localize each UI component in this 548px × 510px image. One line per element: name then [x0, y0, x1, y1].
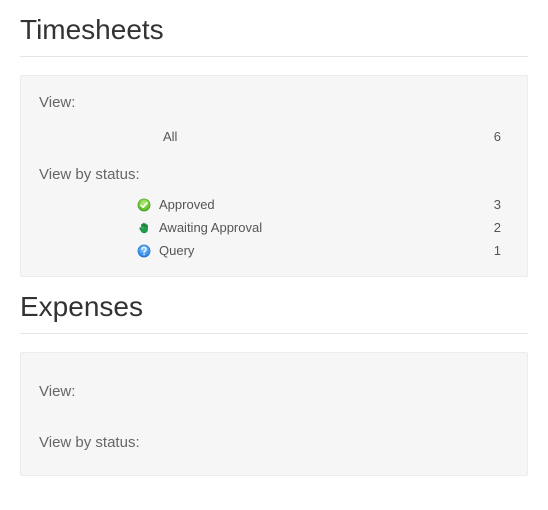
filter-row-all[interactable]: All 6: [39, 121, 509, 162]
filter-count: 6: [469, 129, 509, 144]
filter-label: Approved: [159, 197, 469, 212]
filter-row-query[interactable]: Query 1: [39, 239, 509, 262]
view-label: View:: [39, 94, 509, 111]
filter-label: Awaiting Approval: [159, 220, 469, 235]
hand-icon: [39, 221, 159, 235]
timesheets-title: Timesheets: [20, 14, 528, 46]
timesheets-panel: View: All 6 View by status: Approved 3: [20, 75, 528, 277]
filter-count: 2: [469, 220, 509, 235]
filter-label: All: [39, 129, 469, 144]
expenses-title: Expenses: [20, 291, 528, 323]
view-by-status-label: View by status:: [39, 166, 509, 183]
filter-count: 3: [469, 197, 509, 212]
filter-row-awaiting[interactable]: Awaiting Approval 2: [39, 216, 509, 239]
divider: [20, 333, 528, 334]
expenses-panel: View: View by status:: [20, 352, 528, 476]
filter-label: Query: [159, 243, 469, 258]
question-circle-icon: [39, 244, 159, 258]
divider: [20, 56, 528, 57]
filter-row-approved[interactable]: Approved 3: [39, 193, 509, 216]
filter-count: 1: [469, 243, 509, 258]
check-circle-icon: [39, 198, 159, 212]
view-by-status-label: View by status:: [39, 434, 509, 451]
view-label: View:: [39, 383, 509, 400]
